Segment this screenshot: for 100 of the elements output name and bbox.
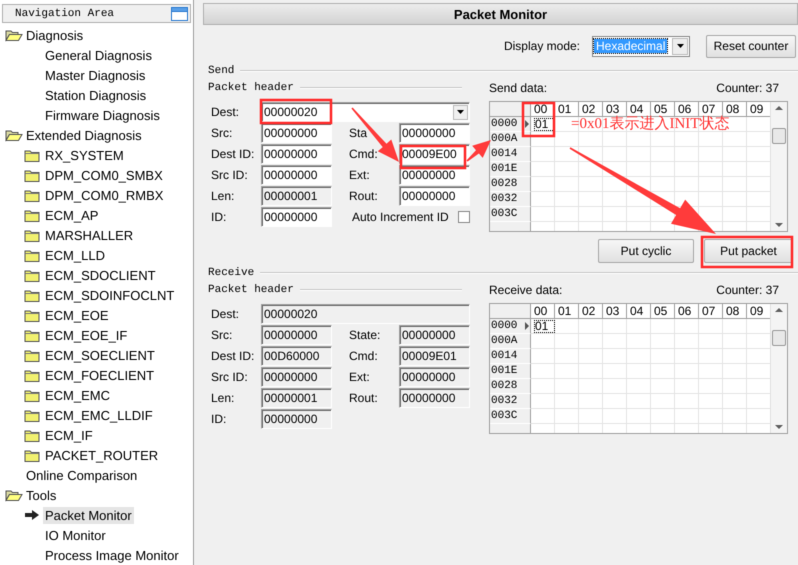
row-offset: 0000 xyxy=(491,320,518,332)
tree-item[interactable]: Tools xyxy=(24,486,58,504)
tree-item[interactable]: Master Diagnosis xyxy=(43,66,148,84)
row-header[interactable]: 0028 xyxy=(490,177,531,192)
field-label: Dest ID: xyxy=(211,348,256,362)
column-header: 02 xyxy=(579,102,603,117)
highlight-frame xyxy=(522,102,556,138)
data-label: Send data: xyxy=(489,81,548,95)
row-header[interactable]: 001E xyxy=(490,162,531,177)
scroll-up-icon[interactable] xyxy=(775,106,784,110)
field-label: Src ID: xyxy=(211,168,249,182)
column-header: 08 xyxy=(723,102,747,117)
tree-item[interactable]: Station Diagnosis xyxy=(43,86,148,104)
row-header[interactable]: 0032 xyxy=(490,394,531,409)
tree-item[interactable]: Process Image Monitor xyxy=(43,546,181,564)
tree-item[interactable]: IO Monitor xyxy=(43,526,108,544)
tree-item[interactable]: ECM_SDOCLIENT xyxy=(43,266,158,284)
row-header[interactable]: 000A xyxy=(490,334,531,349)
header-cell xyxy=(490,304,531,319)
grid-cell[interactable]: 01 xyxy=(534,320,556,333)
value-field[interactable]: 00000001 xyxy=(261,388,332,408)
field-label: ID: xyxy=(211,210,228,224)
field-label: Ext: xyxy=(349,370,371,384)
field-label: Rout: xyxy=(349,390,379,404)
checkbox[interactable] xyxy=(458,210,470,222)
reset-button[interactable]: Reset counter xyxy=(706,34,796,58)
value-field[interactable]: 00000000 xyxy=(261,408,332,428)
tree-item[interactable]: ECM_IF xyxy=(43,426,95,444)
row-offset: 0032 xyxy=(491,395,518,407)
action-button[interactable]: Put cyclic xyxy=(598,239,694,263)
value-field[interactable]: 00000000 xyxy=(399,366,470,386)
tree-item[interactable]: ECM_EMC xyxy=(43,386,112,404)
column-header: 04 xyxy=(627,304,651,319)
row-offset: 001E xyxy=(491,365,518,377)
value-field[interactable]: 00000000 xyxy=(399,388,470,408)
value-field[interactable]: 00000000 xyxy=(261,366,332,386)
row-header[interactable]: 003C xyxy=(490,409,531,424)
tree-item[interactable]: General Diagnosis xyxy=(43,46,154,64)
action-button[interactable]: Put packet xyxy=(704,239,793,263)
tree-item[interactable]: MARSHALLER xyxy=(43,226,136,244)
row-header[interactable]: 0014 xyxy=(490,349,531,364)
tree-item[interactable]: ECM_SDOINFOCLNT xyxy=(43,286,176,304)
tree-item[interactable]: Online Comparison xyxy=(24,466,140,484)
scroll-thumb[interactable] xyxy=(772,128,786,144)
tree-item[interactable]: ECM_EOE xyxy=(43,306,111,324)
scroll-thumb[interactable] xyxy=(772,330,786,346)
arrow xyxy=(351,108,399,162)
checkbox-label: Auto Increment ID xyxy=(352,210,449,224)
tree-item[interactable]: Packet Monitor xyxy=(43,506,134,524)
tree-item[interactable]: Firmware Diagnosis xyxy=(43,106,162,124)
value-field[interactable]: 00000000 xyxy=(261,144,332,164)
row-offset: 0014 xyxy=(491,148,518,160)
row-header[interactable]: 0014 xyxy=(490,147,531,162)
row-header[interactable]: 0000 xyxy=(490,319,531,334)
value-field[interactable]: 00000000 xyxy=(399,324,470,344)
window-icon[interactable] xyxy=(171,6,188,20)
scroll-up-icon[interactable] xyxy=(775,308,784,312)
value-field[interactable]: 00000001 xyxy=(261,186,332,206)
field-label: Len: xyxy=(211,188,236,202)
tree-item[interactable]: ECM_AP xyxy=(43,206,100,224)
value-field[interactable]: 00000000 xyxy=(399,186,470,206)
row-header[interactable]: 0028 xyxy=(490,379,531,394)
tree-item[interactable]: ECM_SOECLIENT xyxy=(43,346,157,364)
tree-item[interactable]: ECM_FOECLIENT xyxy=(43,366,156,384)
row-header[interactable]: 0000 xyxy=(490,117,531,132)
field-label: Dest ID: xyxy=(211,146,256,160)
tree-item[interactable]: ECM_EOE_IF xyxy=(43,326,130,344)
value-field[interactable]: 00000000 xyxy=(261,206,332,226)
column-header: 06 xyxy=(675,304,699,319)
column-header: 03 xyxy=(603,304,627,319)
field-label: Cmd: xyxy=(349,146,379,160)
group-title: Packet header xyxy=(208,82,294,94)
data-grid[interactable]: 00 01 02 03 04 05 06 07 08 09 0000 01 000A 0014 001E 0028 0032 003C xyxy=(489,303,788,434)
value-field[interactable]: 00009E01 xyxy=(399,346,470,366)
tree-item[interactable]: PACKET_ROUTER xyxy=(43,446,160,464)
field-label: Ext: xyxy=(349,168,371,182)
grid-cell[interactable]: 01 xyxy=(534,118,556,131)
row-offset: 001E xyxy=(491,163,518,175)
tree-item[interactable]: ECM_LLD xyxy=(43,246,107,264)
value-field[interactable]: 00000000 xyxy=(261,324,332,344)
column-header: 09 xyxy=(747,304,770,319)
value-field[interactable]: 00000000 xyxy=(261,164,332,184)
row-header[interactable]: 001E xyxy=(490,364,531,379)
row-header[interactable]: 000A xyxy=(490,132,531,147)
tree-item[interactable]: DPM_COM0_SMBX xyxy=(43,166,165,184)
tree-item[interactable]: DPM_COM0_RMBX xyxy=(43,186,166,204)
value-field[interactable]: 00000020 xyxy=(261,304,470,324)
combo-box[interactable]: 00000020 xyxy=(261,102,470,122)
scroll-down-icon[interactable] xyxy=(775,223,784,227)
value-field[interactable]: 00000000 xyxy=(399,122,470,142)
tree-item[interactable]: ECM_EMC_LLDIF xyxy=(43,406,155,424)
tree-item[interactable]: RX_SYSTEM xyxy=(43,146,126,164)
value-field[interactable]: 00000000 xyxy=(261,122,332,142)
value-field[interactable]: 00D60000 xyxy=(261,346,332,366)
row-header[interactable]: 003C xyxy=(490,207,531,222)
row-header[interactable]: 0032 xyxy=(490,192,531,207)
tree-item[interactable]: Diagnosis xyxy=(24,26,86,44)
tree-item[interactable]: Extended Diagnosis xyxy=(24,126,144,144)
scroll-down-icon[interactable] xyxy=(775,425,784,429)
panel-title: Navigation Area xyxy=(15,8,114,20)
